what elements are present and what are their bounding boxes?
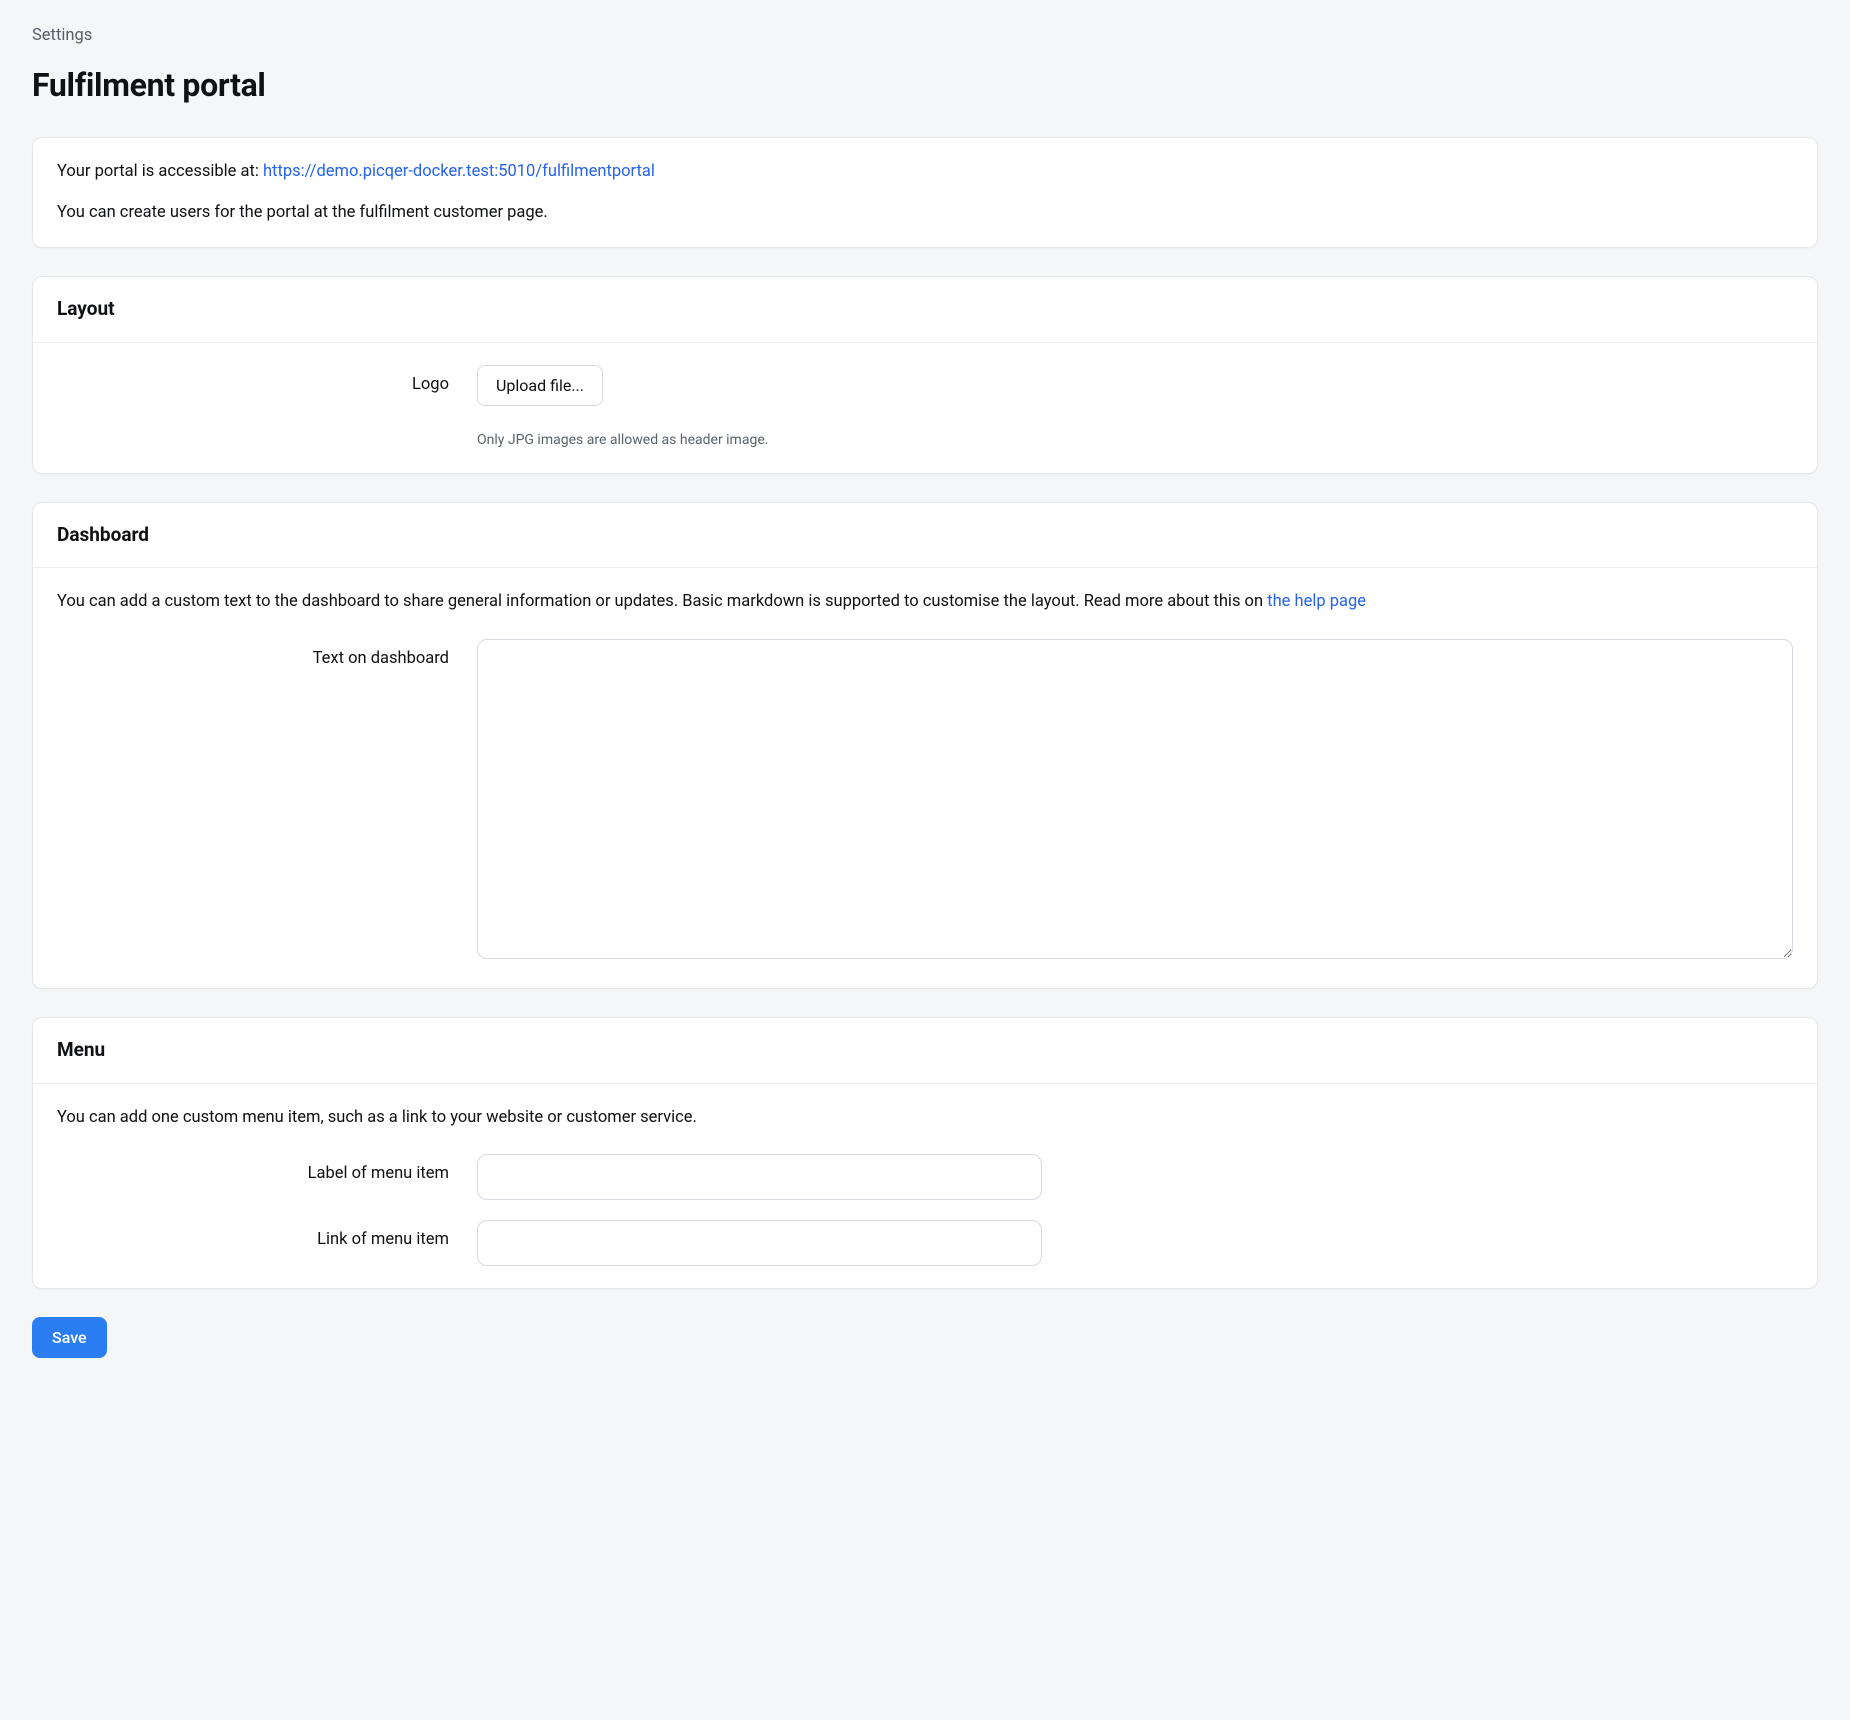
dashboard-card: Dashboard You can add a custom text to t… (32, 502, 1818, 989)
portal-users-text: You can create users for the portal at t… (57, 201, 1793, 226)
intro-card: Your portal is accessible at: https://de… (32, 137, 1818, 249)
breadcrumb-settings-link[interactable]: Settings (32, 26, 92, 45)
upload-file-button[interactable]: Upload file... (477, 365, 603, 406)
dashboard-help-link[interactable]: the help page (1267, 592, 1366, 611)
save-button[interactable]: Save (32, 1317, 107, 1358)
menu-label-field-label: Label of menu item (57, 1154, 477, 1187)
menu-heading: Menu (57, 1036, 1793, 1065)
breadcrumb: Settings (32, 24, 1818, 49)
dashboard-intro-prefix: You can add a custom text to the dashboa… (57, 592, 1267, 611)
page-title: Fulfilment portal (32, 61, 1818, 109)
menu-intro-text: You can add one custom menu item, such a… (57, 1106, 1793, 1131)
menu-card: Menu You can add one custom menu item, s… (32, 1017, 1818, 1289)
dashboard-card-header: Dashboard (33, 503, 1817, 569)
dashboard-intro-text: You can add a custom text to the dashboa… (57, 590, 1793, 615)
menu-link-field-label: Link of menu item (57, 1220, 477, 1253)
menu-label-input[interactable] (477, 1154, 1042, 1200)
menu-link-input[interactable] (477, 1220, 1042, 1266)
layout-card-header: Layout (33, 277, 1817, 343)
menu-card-header: Menu (33, 1018, 1817, 1084)
layout-heading: Layout (57, 295, 1793, 324)
portal-url-link[interactable]: https://demo.picqer-docker.test:5010/ful… (263, 162, 655, 181)
portal-url-prefix: Your portal is accessible at: (57, 162, 263, 181)
logo-helper-text: Only JPG images are allowed as header im… (477, 430, 768, 451)
layout-card: Layout Logo Upload file... Only JPG imag… (32, 276, 1818, 474)
logo-label: Logo (57, 365, 477, 398)
dashboard-text-label: Text on dashboard (57, 639, 477, 672)
dashboard-text-input[interactable] (477, 639, 1793, 959)
portal-url-text: Your portal is accessible at: https://de… (57, 160, 1793, 185)
dashboard-heading: Dashboard (57, 521, 1793, 550)
